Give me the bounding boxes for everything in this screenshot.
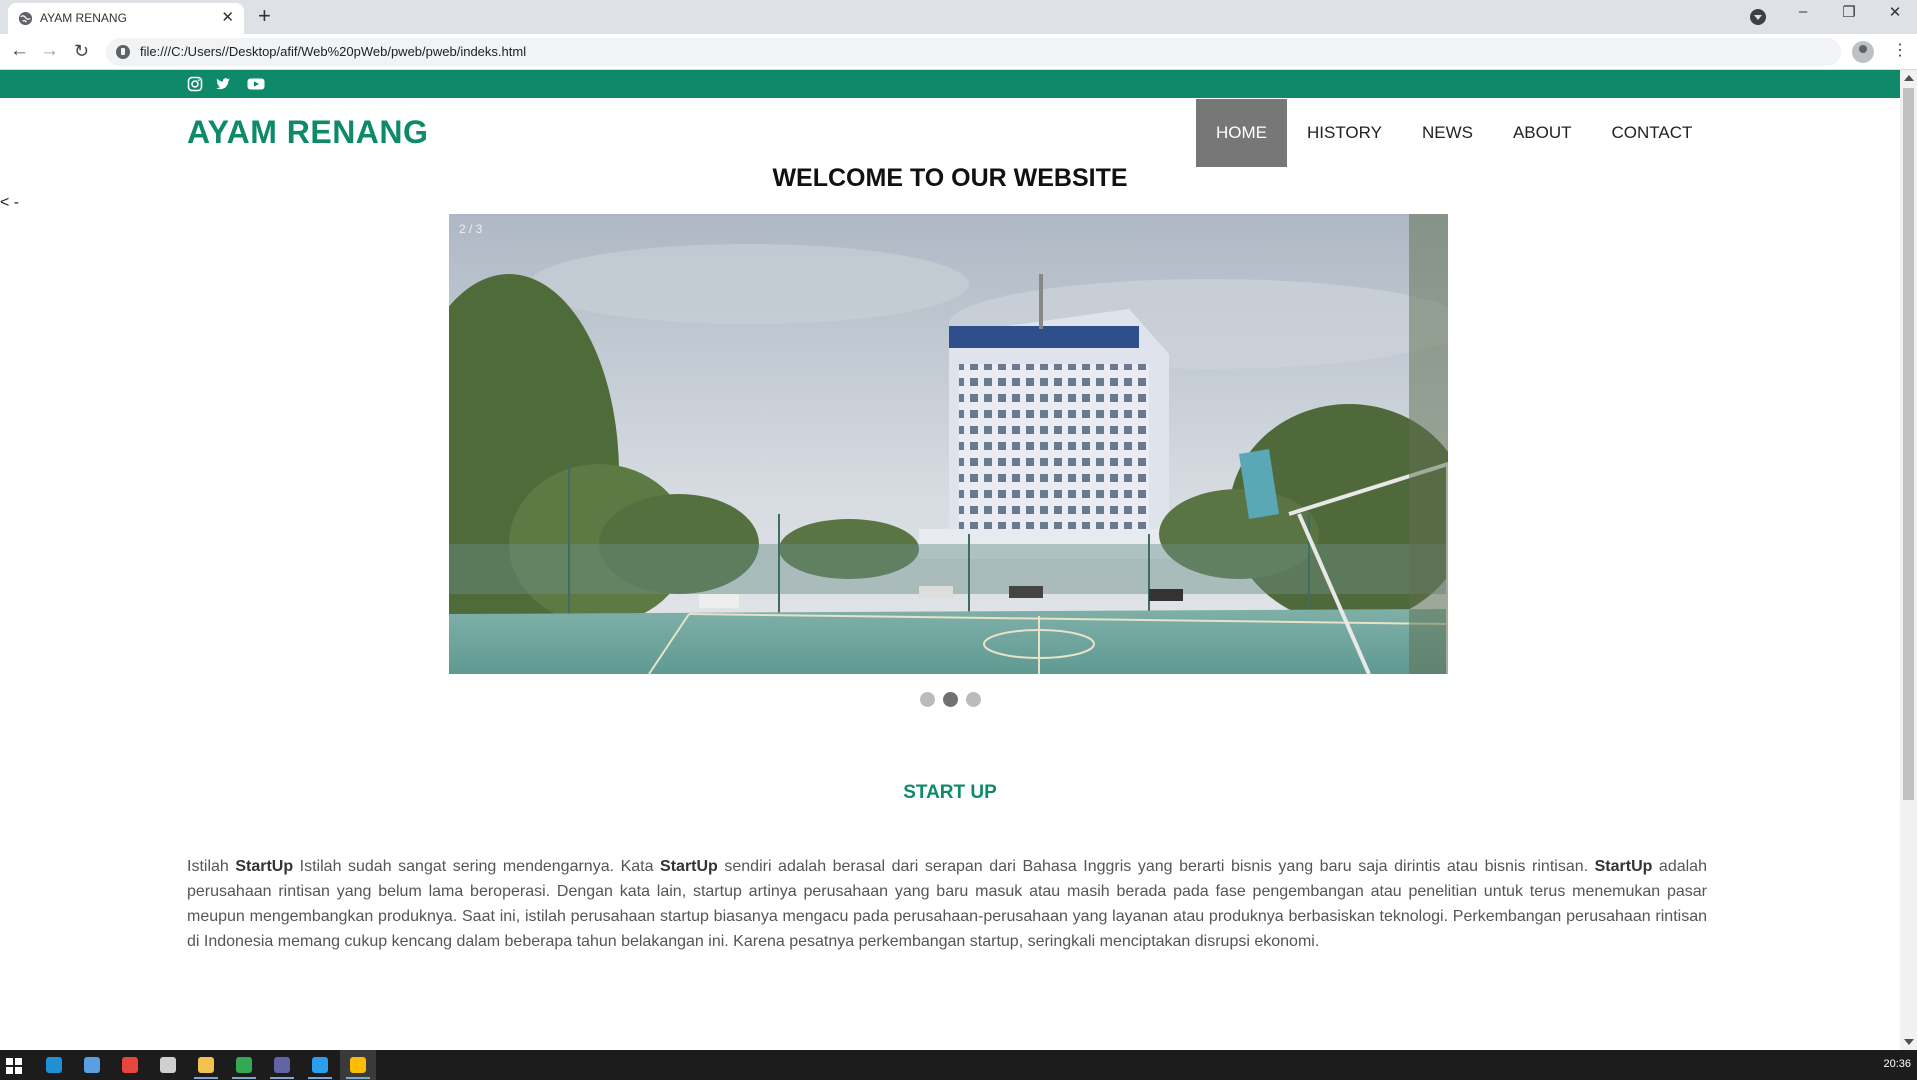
instagram-icon[interactable] <box>187 76 203 92</box>
page-title: WELCOME TO OUR WEBSITE <box>772 164 1128 192</box>
scroll-up-icon[interactable] <box>1904 75 1914 81</box>
window-close-icon[interactable]: ✕ <box>1880 3 1910 21</box>
globe-icon <box>18 11 33 26</box>
chrome-active-icon[interactable] <box>340 1050 376 1080</box>
startup-paragraph: Istilah StartUp Istilah sudah sangat ser… <box>187 854 1707 954</box>
url-text[interactable]: file:///C:/Users//Desktop/afif/Web%20pWe… <box>140 44 526 59</box>
file-explorer-icon-glyph <box>198 1057 214 1073</box>
scrollbar-thumb[interactable] <box>1903 88 1914 800</box>
paragraph-text: sendiri adalah berasal dari serapan dari… <box>717 858 1595 875</box>
os-taskbar: 20:36 <box>0 1050 1917 1080</box>
slide-dot-3[interactable] <box>965 692 981 707</box>
restore-icon[interactable]: ❐ <box>1834 3 1864 21</box>
slide-dots <box>0 692 1900 707</box>
taskbar-clock[interactable]: 20:36 <box>1883 1058 1911 1070</box>
site-info-icon[interactable] <box>116 45 130 59</box>
slide-dot-1[interactable] <box>919 692 935 707</box>
store-icon-glyph <box>160 1057 176 1073</box>
edge-icon-glyph <box>46 1057 62 1073</box>
youtube-icon[interactable] <box>247 76 265 92</box>
windows-start-icon[interactable] <box>6 1058 22 1074</box>
tab-search-icon[interactable] <box>1750 9 1766 25</box>
social-topbar <box>0 70 1900 98</box>
paragraph-text: Istilah <box>187 858 236 875</box>
teams-icon-glyph <box>274 1057 290 1073</box>
nav-news[interactable]: NEWS <box>1402 99 1493 167</box>
vscode-icon-glyph <box>312 1057 328 1073</box>
startup-keyword: StartUp <box>235 858 294 875</box>
browser-tabstrip: AYAM RENANG ✕ + – ❐ ✕ <box>0 0 1917 34</box>
nav-home[interactable]: HOME <box>1196 99 1287 167</box>
page-scrollbar[interactable] <box>1900 70 1917 1050</box>
reload-icon[interactable]: ↻ <box>74 40 89 62</box>
teams-icon[interactable] <box>264 1050 300 1080</box>
chrome-alt-icon[interactable] <box>226 1050 262 1080</box>
chrome-alt-icon-glyph <box>236 1057 252 1073</box>
new-tab-button[interactable]: + <box>258 4 271 28</box>
address-bar[interactable]: file:///C:/Users//Desktop/afif/Web%20pWe… <box>106 38 1841 66</box>
profile-avatar-icon[interactable] <box>1852 41 1874 63</box>
forward-icon[interactable]: → <box>40 40 59 62</box>
twitter-icon[interactable] <box>215 76 231 92</box>
campus-building-photo <box>449 214 1448 674</box>
edge-icon[interactable] <box>36 1050 72 1080</box>
page-viewport: AYAM RENANG HOME HISTORY NEWS ABOUT CONT… <box>0 70 1900 1050</box>
minimize-icon[interactable]: – <box>1788 3 1818 20</box>
startup-keyword: StartUp <box>1594 858 1653 875</box>
section-title: START UP <box>903 782 997 803</box>
startup-keyword: StartUp <box>660 858 718 875</box>
chrome-icon[interactable] <box>112 1050 148 1080</box>
chrome-icon-glyph <box>122 1057 138 1073</box>
main-nav: HOME HISTORY NEWS ABOUT CONTACT <box>1196 99 1712 167</box>
file-explorer-icon[interactable] <box>188 1050 224 1080</box>
tab-title: AYAM RENANG <box>40 11 127 25</box>
browser-menu-icon[interactable]: ⋮ <box>1892 40 1908 62</box>
browser-tab[interactable]: AYAM RENANG ✕ <box>8 3 244 34</box>
vscode-icon[interactable] <box>302 1050 338 1080</box>
close-tab-icon[interactable]: ✕ <box>221 9 234 27</box>
desktop-icon-glyph <box>84 1057 100 1073</box>
paragraph-text: Istilah sudah sangat sering mendengarnya… <box>293 858 661 875</box>
slideshow-image: 2 / 3 <box>449 214 1448 674</box>
back-icon[interactable]: ← <box>10 40 29 62</box>
nav-contact[interactable]: CONTACT <box>1592 99 1713 167</box>
chrome-active-icon-glyph <box>350 1057 366 1073</box>
scroll-down-icon[interactable] <box>1904 1039 1914 1045</box>
slide-dot-2[interactable] <box>942 692 958 707</box>
nav-about[interactable]: ABOUT <box>1493 99 1592 167</box>
site-logo[interactable]: AYAM RENANG <box>187 114 428 151</box>
slide-counter: 2 / 3 <box>459 222 483 236</box>
store-icon[interactable] <box>150 1050 186 1080</box>
prev-slide-link[interactable]: < - <box>0 194 19 212</box>
desktop-icon[interactable] <box>74 1050 110 1080</box>
browser-toolbar: ← → ↻ file:///C:/Users//Desktop/afif/Web… <box>0 34 1917 70</box>
nav-history[interactable]: HISTORY <box>1287 99 1402 167</box>
